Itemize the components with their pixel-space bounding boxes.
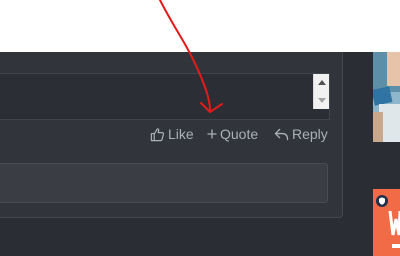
screenshot-stage: Like Quote Reply (0, 0, 400, 256)
message-editor[interactable] (0, 73, 330, 120)
scroll-down-icon[interactable] (318, 98, 326, 103)
quick-reply-input[interactable] (0, 163, 328, 203)
reply-arrow-icon (274, 128, 289, 141)
like-label: Like (168, 126, 194, 142)
quote-label: Quote (220, 126, 259, 142)
editor-scrollbar[interactable] (313, 74, 329, 109)
sidebar-thumbnail-photo[interactable] (373, 52, 400, 142)
scroll-up-icon[interactable] (318, 80, 326, 85)
reply-button[interactable]: Reply (274, 124, 328, 144)
plus-icon (207, 129, 217, 139)
thumbs-up-icon (150, 127, 165, 142)
shield-icon (376, 192, 388, 211)
quote-button[interactable]: Quote (207, 124, 258, 144)
reply-label: Reply (292, 126, 328, 142)
like-button[interactable]: Like (150, 124, 194, 144)
sidebar-thumbnail-promo[interactable] (373, 189, 400, 256)
